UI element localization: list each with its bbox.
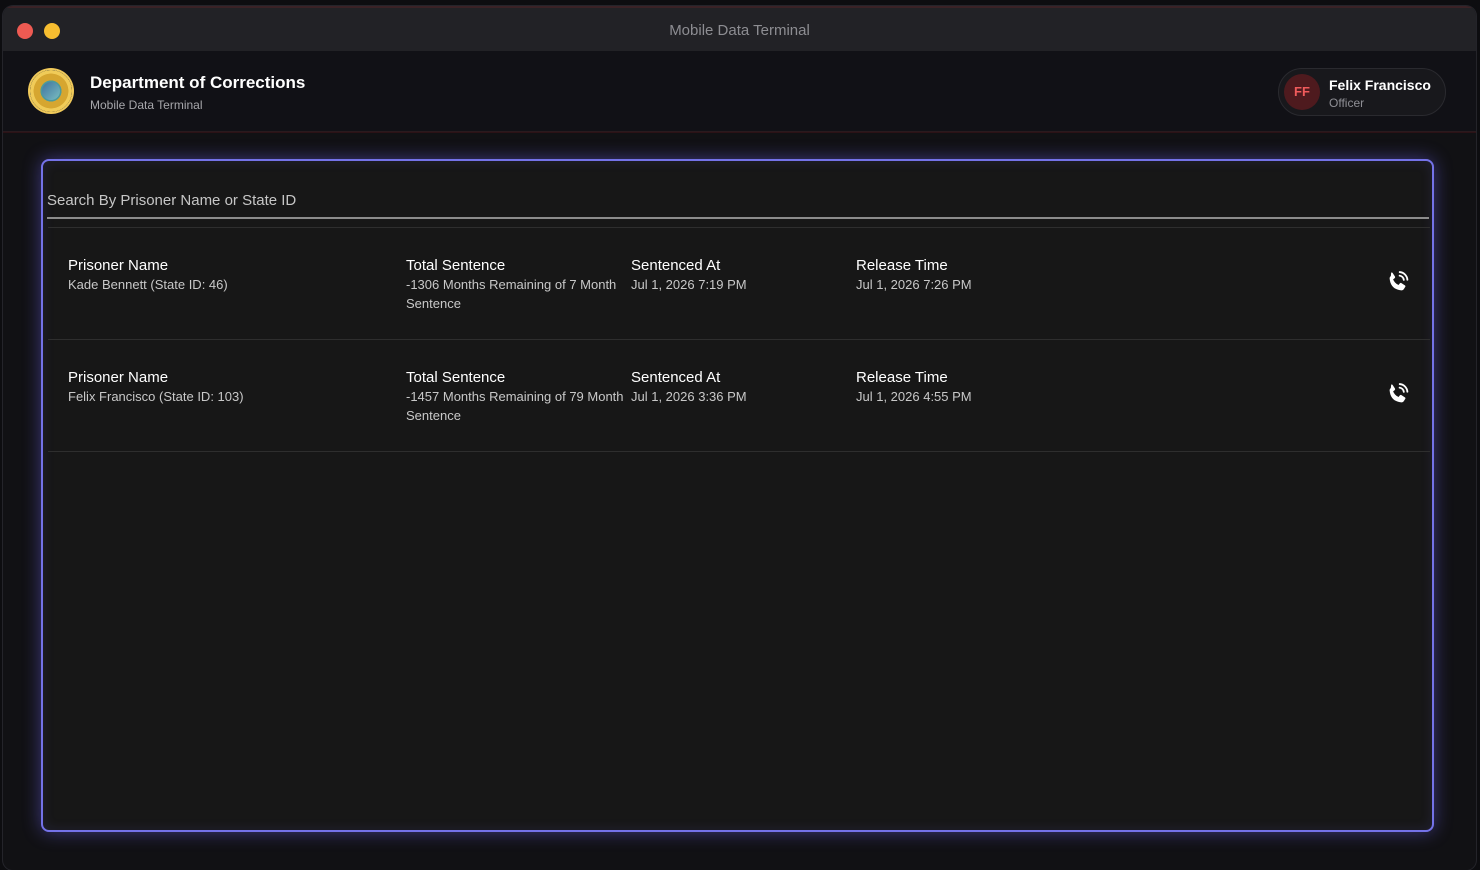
sentenced-at-label: Sentenced At <box>631 369 721 386</box>
prisoner-name-cell: Prisoner Name Felix Francisco (State ID:… <box>68 369 388 406</box>
app-header: Department of Corrections Mobile Data Te… <box>3 51 1476 132</box>
total-sentence-cell: Total Sentence -1306 Months Remaining of… <box>406 257 628 313</box>
total-sentence-label: Total Sentence <box>406 257 506 274</box>
title-bar: Mobile Data Terminal <box>3 6 1476 51</box>
user-role: Officer <box>1329 96 1365 110</box>
search-input[interactable] <box>47 189 1429 211</box>
total-sentence-cell: Total Sentence -1457 Months Remaining of… <box>406 369 628 425</box>
search-field[interactable] <box>47 181 1429 219</box>
call-prisoner-button[interactable] <box>1384 382 1410 408</box>
phone-call-icon <box>1389 271 1409 291</box>
avatar: FF <box>1284 74 1320 110</box>
release-time-cell: Release Time Jul 1, 2026 7:26 PM <box>856 257 1076 294</box>
table-row: Prisoner Name Felix Francisco (State ID:… <box>48 339 1430 451</box>
window-title: Mobile Data Terminal <box>669 22 810 39</box>
total-sentence-value: -1306 Months Remaining of 7 Month Senten… <box>406 277 617 311</box>
release-time-cell: Release Time Jul 1, 2026 4:55 PM <box>856 369 1076 406</box>
app-window: Mobile Data Terminal Department of Corre… <box>3 6 1476 870</box>
organization-subtitle: Mobile Data Terminal <box>90 98 203 112</box>
total-sentence-label: Total Sentence <box>406 369 506 386</box>
sentenced-at-cell: Sentenced At Jul 1, 2026 7:19 PM <box>631 257 841 294</box>
total-sentence-value: -1457 Months Remaining of 79 Month Sente… <box>406 389 624 423</box>
user-name: Felix Francisco <box>1329 77 1431 93</box>
release-time-label: Release Time <box>856 369 948 386</box>
phone-call-icon <box>1389 383 1409 403</box>
prisoner-search-panel: Prisoner Name Kade Bennett (State ID: 46… <box>41 159 1434 832</box>
user-profile-chip[interactable]: FF Felix Francisco Officer <box>1278 68 1446 116</box>
prisoner-name-label: Prisoner Name <box>68 257 169 274</box>
table-bottom-divider <box>48 451 1430 452</box>
release-time-label: Release Time <box>856 257 948 274</box>
prisoner-name-value: Felix Francisco (State ID: 103) <box>68 389 244 404</box>
sentenced-at-cell: Sentenced At Jul 1, 2026 3:36 PM <box>631 369 841 406</box>
sentenced-at-value: Jul 1, 2026 3:36 PM <box>631 389 747 404</box>
department-seal-icon <box>30 70 72 112</box>
sentenced-at-label: Sentenced At <box>631 257 721 274</box>
call-prisoner-button[interactable] <box>1384 270 1410 296</box>
release-time-value: Jul 1, 2026 7:26 PM <box>856 277 972 292</box>
prisoner-name-label: Prisoner Name <box>68 369 169 386</box>
sentenced-at-value: Jul 1, 2026 7:19 PM <box>631 277 747 292</box>
release-time-value: Jul 1, 2026 4:55 PM <box>856 389 972 404</box>
table-row: Prisoner Name Kade Bennett (State ID: 46… <box>48 227 1430 339</box>
prisoner-name-value: Kade Bennett (State ID: 46) <box>68 277 228 292</box>
organization-title: Department of Corrections <box>90 73 306 92</box>
prisoner-name-cell: Prisoner Name Kade Bennett (State ID: 46… <box>68 257 388 294</box>
